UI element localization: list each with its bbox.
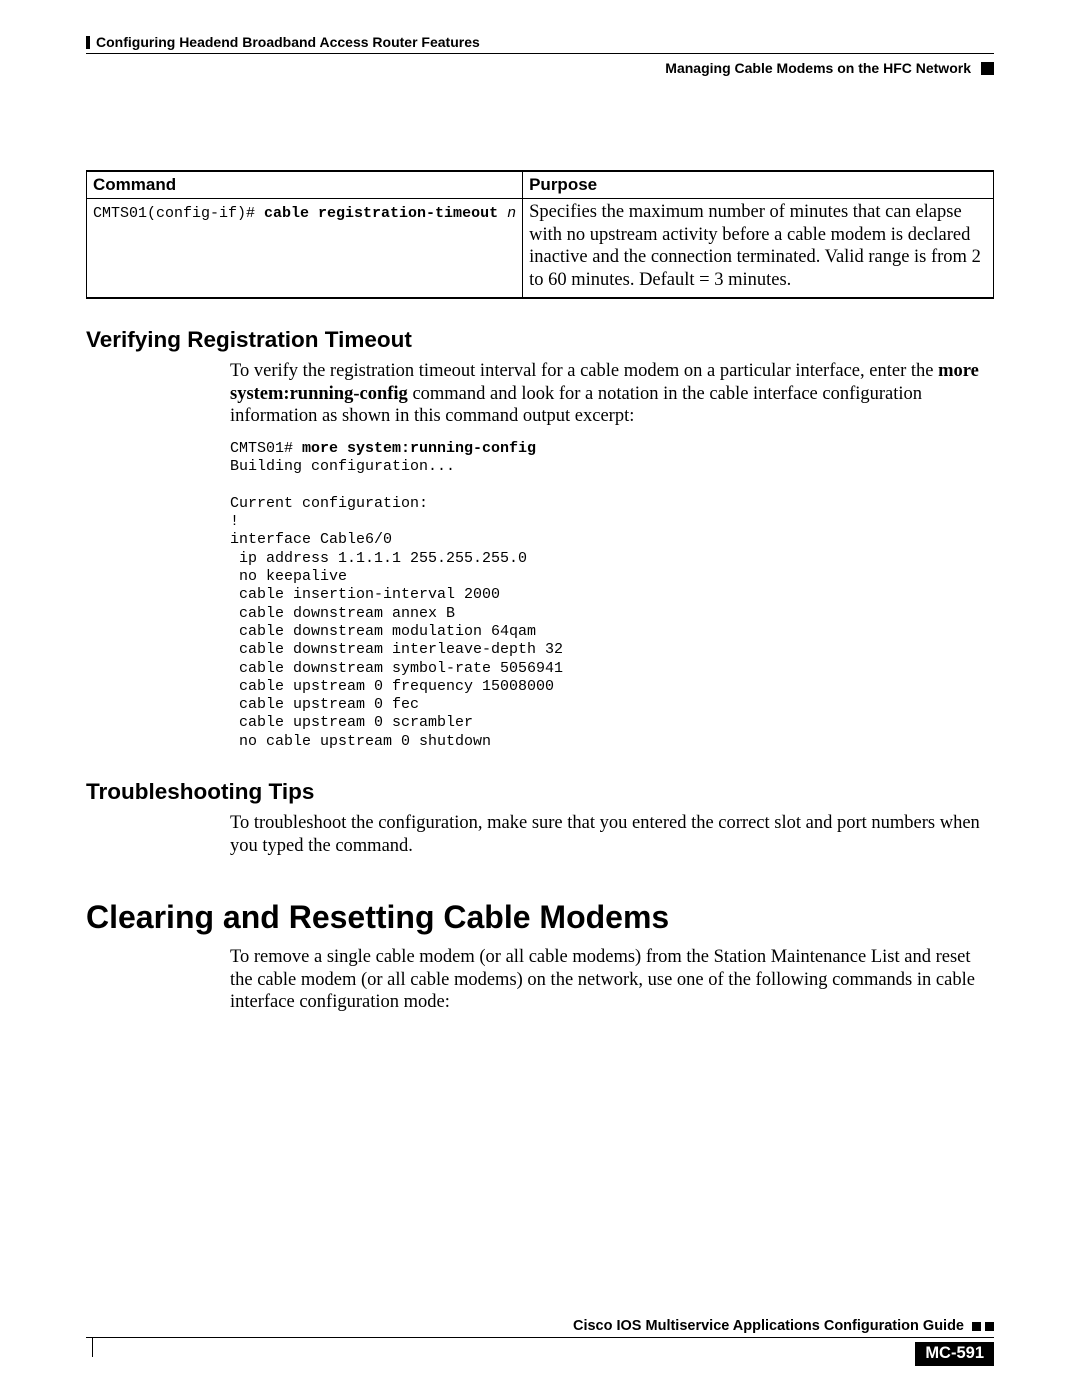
- code-block-verify: CMTS01# more system:running-config Build…: [230, 440, 994, 751]
- header-section: Managing Cable Modems on the HFC Network: [86, 60, 994, 76]
- command-name: cable registration-timeout: [264, 205, 498, 222]
- command-table: Command Purpose CMTS01(config-if)# cable…: [86, 170, 994, 299]
- code-output: Building configuration... Current config…: [230, 458, 563, 749]
- code-command: more system:running-config: [302, 440, 536, 457]
- header-chapter: Configuring Headend Broadband Access Rou…: [86, 34, 994, 50]
- header-bar-icon: [86, 36, 90, 49]
- command-prompt: CMTS01(config-if)#: [93, 205, 264, 222]
- command-arg: n: [498, 205, 516, 222]
- table-header-row: Command Purpose: [87, 171, 994, 199]
- footer-guide-title: Cisco IOS Multiservice Applications Conf…: [573, 1318, 964, 1334]
- header-section-text: Managing Cable Modems on the HFC Network: [665, 60, 971, 76]
- heading-clearing: Clearing and Resetting Cable Modems: [86, 899, 994, 936]
- header-chapter-text: Configuring Headend Broadband Access Rou…: [96, 34, 480, 50]
- footer-title-row: Cisco IOS Multiservice Applications Conf…: [86, 1318, 994, 1334]
- code-prompt: CMTS01#: [230, 440, 302, 457]
- footer-squares-icon: [972, 1322, 994, 1331]
- footer-corner-icon: [92, 1337, 93, 1357]
- para-verify-pre: To verify the registration timeout inter…: [230, 361, 938, 381]
- page-footer: Cisco IOS Multiservice Applications Conf…: [86, 1318, 994, 1361]
- table-cell-purpose: Specifies the maximum number of minutes …: [523, 199, 994, 299]
- header-square-icon: [981, 62, 994, 75]
- heading-trouble: Troubleshooting Tips: [86, 779, 994, 805]
- table-row: CMTS01(config-if)# cable registration-ti…: [87, 199, 994, 299]
- page-number-badge: MC-591: [915, 1342, 994, 1366]
- footer-rule: MC-591: [86, 1337, 994, 1361]
- table-header-command: Command: [87, 171, 523, 199]
- header-rule: [86, 53, 994, 54]
- table-cell-command: CMTS01(config-if)# cable registration-ti…: [87, 199, 523, 299]
- table-header-purpose: Purpose: [523, 171, 994, 199]
- para-clearing: To remove a single cable modem (or all c…: [230, 946, 994, 1014]
- para-verify: To verify the registration timeout inter…: [230, 360, 994, 428]
- para-trouble: To troubleshoot the configuration, make …: [230, 812, 994, 857]
- heading-verify: Verifying Registration Timeout: [86, 327, 994, 353]
